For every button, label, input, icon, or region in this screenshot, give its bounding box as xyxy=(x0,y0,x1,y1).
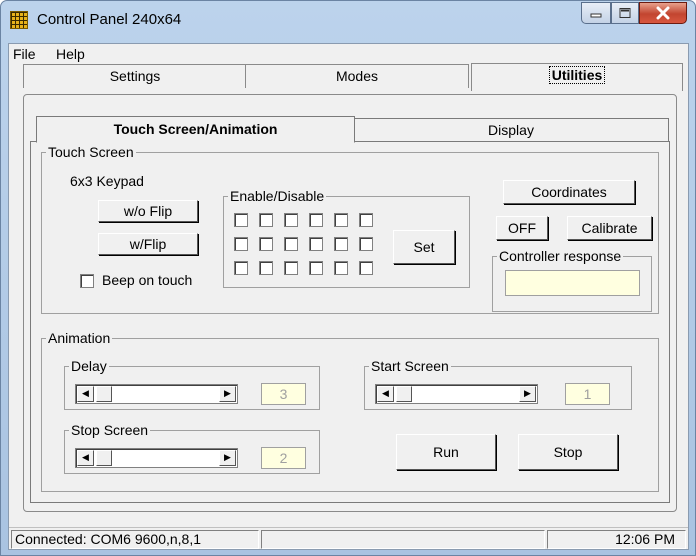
maximize-button[interactable] xyxy=(611,2,639,24)
enable-checkbox[interactable] xyxy=(284,213,298,227)
set-button[interactable]: Set xyxy=(393,230,455,264)
menu-file[interactable]: File xyxy=(13,46,36,62)
enable-checkbox[interactable] xyxy=(334,261,348,275)
wo-flip-button[interactable]: w/o Flip xyxy=(98,200,198,222)
enable-checkbox[interactable] xyxy=(259,237,273,251)
scroll-right-icon[interactable]: ▶ xyxy=(219,450,236,466)
beep-checkbox[interactable] xyxy=(80,274,94,288)
status-connection: Connected: COM6 9600,n,8,1 xyxy=(11,530,259,549)
tab-settings-label: Settings xyxy=(109,68,161,84)
beep-label: Beep on touch xyxy=(102,272,193,288)
window-title: Control Panel 240x64 xyxy=(37,11,182,28)
enable-checkbox[interactable] xyxy=(359,213,373,227)
minimize-icon xyxy=(590,13,602,18)
stop-screen-value: 2 xyxy=(261,447,306,469)
enable-checkbox[interactable] xyxy=(284,261,298,275)
keypad-app-icon xyxy=(10,11,28,29)
enable-checkbox[interactable] xyxy=(284,237,298,251)
tab-display[interactable]: Display xyxy=(353,118,669,142)
caption-buttons xyxy=(581,2,687,26)
scroll-left-icon[interactable]: ◀ xyxy=(377,386,394,402)
menu-bar: File Help xyxy=(9,44,688,64)
delay-scrollbar[interactable]: ◀ ▶ xyxy=(75,384,238,404)
keypad-label: 6x3 Keypad xyxy=(70,173,144,189)
enable-checkbox[interactable] xyxy=(234,261,248,275)
tab-display-label: Display xyxy=(488,122,534,138)
enable-checkbox[interactable] xyxy=(309,213,323,227)
tab-utilities-label: Utilities xyxy=(548,66,606,84)
controller-response-field xyxy=(505,270,640,296)
stop-screen-scroll-thumb[interactable] xyxy=(96,450,112,466)
animation-legend: Animation xyxy=(48,330,111,346)
status-bar: Connected: COM6 9600,n,8,1 12:06 PM xyxy=(9,527,688,549)
enable-checkbox[interactable] xyxy=(234,213,248,227)
delay-value: 3 xyxy=(261,383,306,405)
controller-response-legend: Controller response xyxy=(499,248,622,264)
start-screen-value: 1 xyxy=(565,383,610,405)
enable-disable-legend: Enable/Disable xyxy=(230,188,325,204)
start-screen-group: Start Screen ◀ ▶ 1 xyxy=(364,358,632,410)
scroll-left-icon[interactable]: ◀ xyxy=(77,450,94,466)
touch-animation-pane: Touch Screen 6x3 Keypad w/o Flip w/Flip … xyxy=(30,141,670,503)
tab-touch-screen-animation[interactable]: Touch Screen/Animation xyxy=(36,116,355,143)
enable-checkbox[interactable] xyxy=(259,261,273,275)
touch-screen-group: Touch Screen 6x3 Keypad w/o Flip w/Flip … xyxy=(41,144,659,314)
enable-checkbox-grid xyxy=(234,213,394,293)
client-area: File Help Settings Modes Utilities Touch… xyxy=(8,43,689,550)
start-screen-scrollbar[interactable]: ◀ ▶ xyxy=(375,384,538,404)
tab-settings[interactable]: Settings xyxy=(23,64,247,88)
enable-checkbox[interactable] xyxy=(334,213,348,227)
title-bar[interactable]: Control Panel 240x64 xyxy=(1,1,695,43)
controller-response-group: Controller response xyxy=(492,248,652,312)
enable-checkbox[interactable] xyxy=(234,237,248,251)
delay-group: Delay ◀ ▶ 3 xyxy=(64,358,320,410)
stop-screen-legend: Stop Screen xyxy=(71,422,149,438)
run-button[interactable]: Run xyxy=(396,434,496,470)
calibrate-button[interactable]: Calibrate xyxy=(567,216,652,240)
coordinates-button[interactable]: Coordinates xyxy=(503,180,635,204)
scroll-right-icon[interactable]: ▶ xyxy=(219,386,236,402)
minimize-button[interactable] xyxy=(581,2,611,24)
outer-tab-strip: Settings Modes Utilities xyxy=(9,63,688,91)
stop-screen-scrollbar[interactable]: ◀ ▶ xyxy=(75,448,238,468)
enable-disable-group: Enable/Disable Set xyxy=(223,188,470,288)
stop-button[interactable]: Stop xyxy=(518,434,618,470)
enable-checkbox[interactable] xyxy=(309,237,323,251)
tab-utilities[interactable]: Utilities xyxy=(471,63,683,91)
delay-scroll-thumb[interactable] xyxy=(96,386,112,402)
close-icon xyxy=(656,6,670,20)
close-button[interactable] xyxy=(639,2,687,24)
off-button[interactable]: OFF xyxy=(496,216,548,240)
w-flip-button[interactable]: w/Flip xyxy=(98,233,198,255)
app-window: Control Panel 240x64 File Help Settings … xyxy=(0,0,696,556)
enable-checkbox[interactable] xyxy=(359,261,373,275)
animation-group: Animation Delay ◀ ▶ 3 Start Screen ◀ ▶ 1… xyxy=(41,330,659,492)
stop-screen-group: Stop Screen ◀ ▶ 2 xyxy=(64,422,320,474)
status-time: 12:06 PM xyxy=(547,530,686,549)
tab-modes-label: Modes xyxy=(335,68,379,84)
touch-screen-legend: Touch Screen xyxy=(48,144,134,160)
maximize-icon xyxy=(619,8,631,18)
enable-checkbox[interactable] xyxy=(259,213,273,227)
tab-modes[interactable]: Modes xyxy=(245,64,469,88)
enable-checkbox[interactable] xyxy=(309,261,323,275)
scroll-left-icon[interactable]: ◀ xyxy=(77,386,94,402)
menu-help[interactable]: Help xyxy=(56,46,85,62)
status-middle-panel xyxy=(261,530,545,549)
delay-legend: Delay xyxy=(71,358,107,374)
start-screen-scroll-thumb[interactable] xyxy=(396,386,412,402)
tab-touch-label: Touch Screen/Animation xyxy=(113,121,278,137)
start-screen-legend: Start Screen xyxy=(371,358,449,374)
enable-checkbox[interactable] xyxy=(334,237,348,251)
scroll-right-icon[interactable]: ▶ xyxy=(519,386,536,402)
enable-checkbox[interactable] xyxy=(359,237,373,251)
